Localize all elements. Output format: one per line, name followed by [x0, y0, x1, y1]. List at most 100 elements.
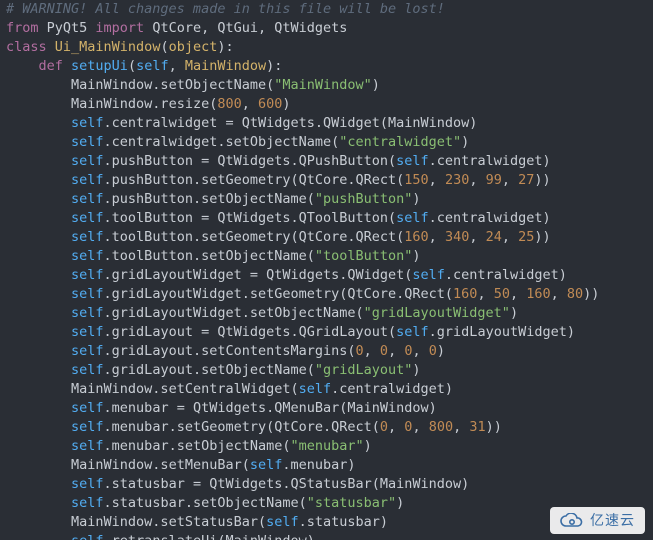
- string-literal: "statusbar": [307, 495, 396, 511]
- keyword-from: from: [6, 20, 47, 36]
- code-line: self.menubar.setObjectName("menubar"): [6, 437, 653, 456]
- self-ref: self: [71, 115, 104, 131]
- code-line: self.gridLayoutWidget = QtWidgets.QWidge…: [6, 266, 653, 285]
- code-line: self.statusbar = QtWidgets.QStatusBar(Ma…: [6, 475, 653, 494]
- punct: ,: [453, 419, 469, 435]
- comment: # WARNING! All changes made in this file…: [6, 1, 445, 17]
- code: .statusbar = QtWidgets.QStatusBar(MainWi…: [104, 476, 470, 492]
- code-line: self.centralwidget.setObjectName("centra…: [6, 133, 653, 152]
- code-line: self.gridLayout = QtWidgets.QGridLayout(…: [6, 323, 653, 342]
- number-literal: 0: [380, 419, 388, 435]
- code-line: self.toolButton.setObjectName("toolButto…: [6, 247, 653, 266]
- code: .menubar.setGeometry(QtCore.QRect(: [104, 419, 380, 435]
- number-literal: 31: [469, 419, 485, 435]
- string-literal: "gridLayoutWidget": [364, 305, 510, 321]
- code-line: from PyQt5 import QtCore, QtGui, QtWidge…: [6, 19, 653, 38]
- keyword-def: def: [39, 58, 72, 74]
- code-line: MainWindow.setMenuBar(self.menubar): [6, 456, 653, 475]
- code: .pushButton.setGeometry(QtCore.QRect(: [104, 172, 405, 188]
- punct: ,: [364, 343, 380, 359]
- punct: ,: [242, 96, 258, 112]
- punct: )): [534, 172, 550, 188]
- punct: ,: [477, 286, 493, 302]
- class-name: Ui_MainWindow: [55, 39, 161, 55]
- code: MainWindow.setCentralWidget(: [71, 381, 299, 397]
- code-line: class Ui_MainWindow(object):: [6, 38, 653, 57]
- code: .retranslateUi(MainWindow): [104, 533, 315, 540]
- self-ref: self: [71, 153, 104, 169]
- code-line: self.menubar.setGeometry(QtCore.QRect(0,…: [6, 418, 653, 437]
- code-line: self.gridLayoutWidget.setGeometry(QtCore…: [6, 285, 653, 304]
- punct: ): [396, 495, 404, 511]
- punct: ,: [169, 58, 185, 74]
- punct: ,: [502, 229, 518, 245]
- code: MainWindow.setObjectName(: [71, 77, 274, 93]
- punct: ,: [412, 343, 428, 359]
- number-literal: 160: [453, 286, 477, 302]
- builtin-type: object: [169, 39, 218, 55]
- punct: ,: [429, 172, 445, 188]
- code-line: self.gridLayout.setContentsMargins(0, 0,…: [6, 342, 653, 361]
- code-line: self.gridLayout.setObjectName("gridLayou…: [6, 361, 653, 380]
- string-literal: "centralwidget": [339, 134, 461, 150]
- punct: ): [412, 248, 420, 264]
- self-ref: self: [71, 438, 104, 454]
- self-ref: self: [396, 210, 429, 226]
- code-line: self.pushButton = QtWidgets.QPushButton(…: [6, 152, 653, 171]
- self-ref: self: [71, 305, 104, 321]
- code: .statusbar.setObjectName(: [104, 495, 307, 511]
- code-line: self.toolButton.setGeometry(QtCore.QRect…: [6, 228, 653, 247]
- self-ref: self: [71, 533, 104, 540]
- code: .gridLayout.setContentsMargins(: [104, 343, 356, 359]
- code-line: MainWindow.resize(800, 600): [6, 95, 653, 114]
- code-line: def setupUi(self, MainWindow):: [6, 57, 653, 76]
- number-literal: 800: [429, 419, 453, 435]
- number-literal: 24: [486, 229, 502, 245]
- code-line: self.pushButton.setObjectName("pushButto…: [6, 190, 653, 209]
- punct: ,: [388, 343, 404, 359]
- punct: ): [372, 77, 380, 93]
- number-literal: 0: [380, 343, 388, 359]
- self-ref: self: [71, 343, 104, 359]
- string-literal: "MainWindow": [274, 77, 372, 93]
- number-literal: 800: [217, 96, 241, 112]
- keyword-class: class: [6, 39, 55, 55]
- string-literal: "pushButton": [315, 191, 413, 207]
- module-name: PyQt5: [47, 20, 96, 36]
- number-literal: 600: [258, 96, 282, 112]
- code-line: self.pushButton.setGeometry(QtCore.QRect…: [6, 171, 653, 190]
- code: .menubar = QtWidgets.QMenuBar(MainWindow…: [104, 400, 437, 416]
- code-line: MainWindow.setObjectName("MainWindow"): [6, 76, 653, 95]
- self-ref: self: [71, 495, 104, 511]
- punct: ,: [388, 419, 404, 435]
- punct: ): [461, 134, 469, 150]
- code: .gridLayoutWidget.setObjectName(: [104, 305, 364, 321]
- code: .pushButton.setObjectName(: [104, 191, 315, 207]
- punct: ,: [429, 229, 445, 245]
- code: .statusbar): [299, 514, 388, 530]
- punct: ): [437, 343, 445, 359]
- self-ref: self: [396, 153, 429, 169]
- code: .toolButton = QtWidgets.QToolButton(: [104, 210, 397, 226]
- self-ref: self: [71, 362, 104, 378]
- self-ref: self: [71, 172, 104, 188]
- self-ref: self: [71, 229, 104, 245]
- punct: )): [534, 229, 550, 245]
- punct: ):: [217, 39, 233, 55]
- code: .toolButton.setGeometry(QtCore.QRect(: [104, 229, 405, 245]
- self-ref: self: [71, 267, 104, 283]
- number-literal: 340: [445, 229, 469, 245]
- code-line: self.toolButton = QtWidgets.QToolButton(…: [6, 209, 653, 228]
- code-line: # WARNING! All changes made in this file…: [6, 0, 653, 19]
- code: .centralwidget): [429, 210, 551, 226]
- code: .gridLayoutWidget.setGeometry(QtCore.QRe…: [104, 286, 454, 302]
- self-ref: self: [71, 286, 104, 302]
- code: .menubar.setObjectName(: [104, 438, 291, 454]
- string-literal: "gridLayout": [315, 362, 413, 378]
- number-literal: 160: [404, 229, 428, 245]
- code: .centralwidget = QtWidgets.QWidget(MainW…: [104, 115, 478, 131]
- number-literal: 25: [518, 229, 534, 245]
- punct: ): [364, 438, 372, 454]
- punct: ): [282, 96, 290, 112]
- param-name: MainWindow: [185, 58, 266, 74]
